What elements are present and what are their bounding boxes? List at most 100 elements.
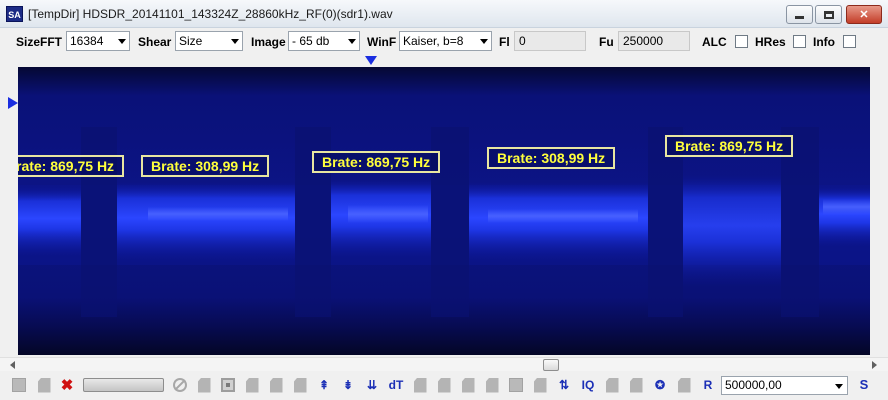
hres-checkbox[interactable]	[793, 35, 806, 48]
refresh-button[interactable]: ✪	[652, 377, 668, 393]
page-icon	[269, 377, 283, 393]
tool-button[interactable]	[532, 377, 548, 393]
r-button[interactable]: R	[700, 377, 716, 393]
close-icon: ✕	[859, 9, 869, 21]
tool-button[interactable]	[484, 377, 500, 393]
maximize-icon	[823, 10, 834, 19]
tool-button[interactable]	[604, 377, 620, 393]
info-checkbox[interactable]	[843, 35, 856, 48]
page-icon	[293, 377, 307, 393]
progress-bar	[83, 378, 164, 392]
swap-arrows-icon: ⇅	[558, 378, 570, 392]
page-icon	[413, 377, 427, 393]
brate-label: Brate: 308,99 Hz	[141, 155, 270, 177]
winf-select[interactable]: Kaiser, b=8	[399, 31, 492, 51]
scroll-right-icon[interactable]	[872, 361, 877, 369]
delete-button[interactable]: ✖	[59, 377, 75, 394]
page-icon	[677, 377, 691, 393]
tool-button[interactable]	[292, 377, 308, 393]
shear-label: Shear	[138, 35, 172, 49]
shear-select[interactable]: Size	[175, 31, 243, 51]
winf-label: WinF	[367, 35, 397, 49]
double-down-icon: ⇊	[366, 378, 378, 392]
red-x-icon: ✖	[60, 377, 74, 394]
brate-label: rate: 869,75 Hz	[18, 155, 125, 177]
page-icon	[605, 377, 619, 393]
disabled-tool-icon	[12, 378, 26, 392]
frequency-marker-handle[interactable]	[365, 56, 377, 65]
minimize-button[interactable]	[786, 5, 813, 24]
image-select[interactable]: - 65 db	[288, 31, 360, 51]
sizefft-select[interactable]: 16384	[66, 31, 130, 51]
horizontal-scrollbar[interactable]	[0, 357, 888, 371]
bottom-toolbar: ✖ ⇞ ⇟ ⇊ dT ⇅ IQ ✪ R 500000,00 S	[0, 372, 888, 400]
settings-toolbar: SizeFFT 16384 Shear Size Image - 65 db W…	[0, 29, 888, 54]
spectrogram-view[interactable]: rate: 869,75 Hz Brate: 308,99 Hz Brate: …	[18, 67, 870, 355]
page-icon	[629, 377, 643, 393]
page-icon	[37, 377, 51, 393]
dt-button[interactable]: dT	[388, 377, 404, 393]
tool-button[interactable]	[36, 377, 52, 393]
tool-button[interactable]	[220, 377, 236, 393]
scroll-left-icon[interactable]	[10, 361, 15, 369]
rate-select[interactable]: 500000,00	[721, 376, 848, 395]
sizefft-value: 16384	[70, 34, 104, 48]
chevron-down-icon	[348, 39, 356, 44]
tool-button[interactable]	[436, 377, 452, 393]
marker-up-button[interactable]: ⇞	[316, 377, 332, 393]
scrollbar-thumb[interactable]	[543, 359, 559, 371]
rate-value: 500000,00	[725, 378, 782, 392]
tool-button[interactable]	[412, 377, 428, 393]
info-label: Info	[813, 35, 835, 49]
swap-button[interactable]: ⇅	[556, 377, 572, 393]
tool-button[interactable]	[268, 377, 284, 393]
s-button[interactable]: S	[857, 377, 871, 393]
r-label: R	[703, 378, 713, 392]
sizefft-label: SizeFFT	[16, 35, 63, 49]
marker-double-down-button[interactable]: ⇊	[364, 377, 380, 393]
window-title: [TempDir] HDSDR_20141101_143324Z_28860kH…	[28, 7, 393, 21]
marker-down-icon: ⇟	[342, 378, 354, 392]
chevron-down-icon	[118, 39, 126, 44]
page-icon	[245, 377, 259, 393]
close-button[interactable]: ✕	[846, 5, 882, 24]
tool-button[interactable]	[508, 377, 524, 393]
minimize-icon	[795, 16, 804, 19]
chevron-down-icon	[835, 384, 843, 389]
chevron-down-icon	[231, 39, 239, 44]
fu-input[interactable]: 250000	[618, 31, 690, 51]
no-entry-icon	[173, 378, 187, 392]
tool-button[interactable]	[11, 377, 27, 393]
stop-button[interactable]	[172, 377, 188, 393]
fl-label: Fl	[499, 35, 510, 49]
page-icon	[533, 377, 547, 393]
frame-icon	[221, 378, 235, 392]
marker-down-button[interactable]: ⇟	[340, 377, 356, 393]
refresh-icon: ✪	[654, 378, 666, 392]
title-bar: SA [TempDir] HDSDR_20141101_143324Z_2886…	[0, 0, 888, 28]
fl-input[interactable]: 0	[514, 31, 586, 51]
iq-button[interactable]: IQ	[580, 377, 596, 393]
tool-button[interactable]	[244, 377, 260, 393]
tool-button[interactable]	[196, 377, 212, 393]
fu-label: Fu	[599, 35, 614, 49]
page-icon	[437, 377, 451, 393]
hres-label: HRes	[755, 35, 786, 49]
dt-label: dT	[388, 378, 404, 392]
chevron-down-icon	[480, 39, 488, 44]
iq-label: IQ	[581, 378, 595, 392]
tool-button[interactable]	[628, 377, 644, 393]
alc-checkbox[interactable]	[735, 35, 748, 48]
alc-label: ALC	[702, 35, 727, 49]
time-marker-handle[interactable]	[8, 97, 18, 109]
tool-button[interactable]	[460, 377, 476, 393]
maximize-button[interactable]	[815, 5, 842, 24]
winf-value: Kaiser, b=8	[403, 34, 464, 48]
disabled-tool-icon	[509, 378, 523, 392]
image-value: - 65 db	[292, 34, 330, 48]
marker-up-icon: ⇞	[318, 378, 330, 392]
page-icon	[461, 377, 475, 393]
tool-button[interactable]	[676, 377, 692, 393]
brate-label: Brate: 308,99 Hz	[487, 147, 616, 169]
brate-label: Brate: 869,75 Hz	[665, 135, 794, 157]
